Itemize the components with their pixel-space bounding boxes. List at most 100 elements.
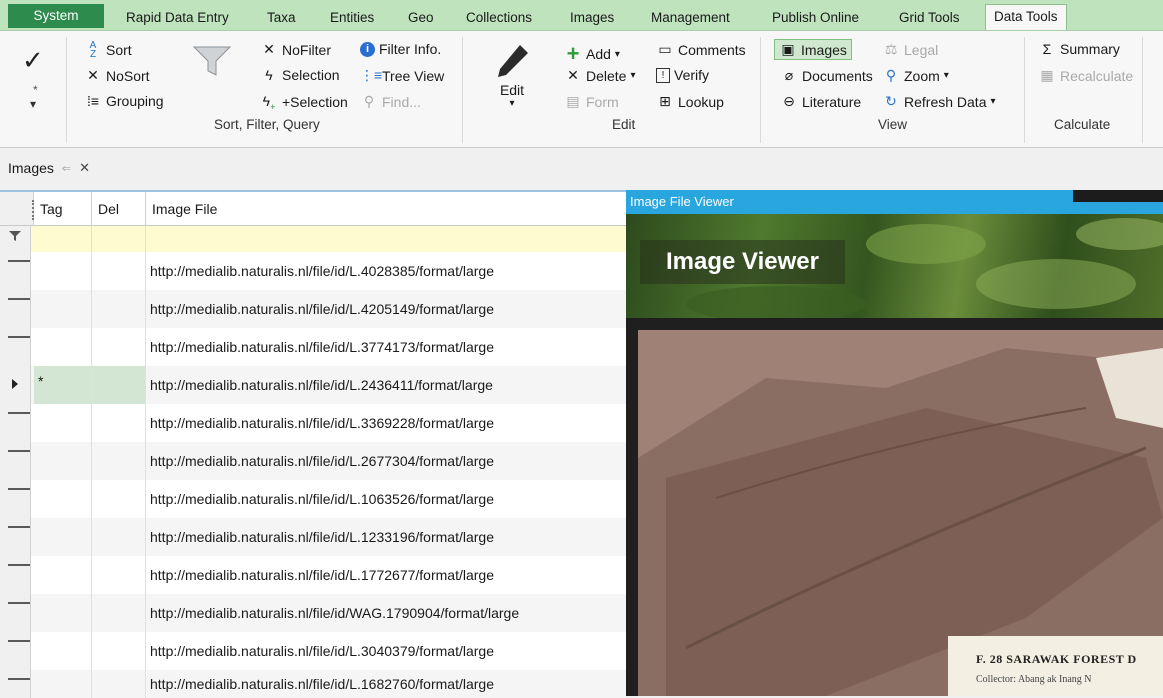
row-selector[interactable]: [0, 594, 31, 632]
cell-del[interactable]: [92, 252, 146, 290]
table-row-selected[interactable]: * http://medialib.naturalis.nl/file/id/L…: [0, 366, 626, 404]
specimen-image[interactable]: F. 28 SARAWAK FOREST D Collector: Abang …: [626, 318, 1163, 696]
tag-checkmark-button[interactable]: ✓: [22, 45, 44, 76]
row-selector[interactable]: [0, 404, 31, 442]
cell-del[interactable]: [92, 290, 146, 328]
row-selector[interactable]: [0, 442, 31, 480]
cell-del[interactable]: [92, 480, 146, 518]
form-button[interactable]: ▤ Form: [564, 93, 618, 110]
lookup-button[interactable]: ⊞ Lookup: [656, 93, 724, 110]
cell-tag[interactable]: [34, 328, 92, 366]
summary-button[interactable]: Σ Summary: [1038, 41, 1120, 57]
table-row[interactable]: http://medialib.naturalis.nl/file/id/L.4…: [0, 290, 626, 328]
tab-system[interactable]: System: [8, 4, 104, 28]
verify-button[interactable]: ! Verify: [656, 67, 709, 83]
refresh-data-button[interactable]: ↻ Refresh Data ▾: [882, 93, 995, 110]
tab-management[interactable]: Management: [651, 6, 730, 30]
find-button[interactable]: ⚲ Find...: [360, 93, 421, 110]
row-selector[interactable]: [0, 670, 31, 698]
cell-image-file[interactable]: http://medialib.naturalis.nl/file/id/L.1…: [146, 480, 626, 518]
cell-tag[interactable]: [34, 670, 92, 698]
comments-button[interactable]: ▭ Comments: [656, 41, 745, 58]
filter-cell-del[interactable]: [92, 226, 146, 252]
cell-tag[interactable]: [34, 404, 92, 442]
cell-del[interactable]: [92, 670, 146, 698]
row-selector[interactable]: [0, 252, 31, 290]
cell-image-file[interactable]: http://medialib.naturalis.nl/file/id/L.1…: [146, 556, 626, 594]
legal-button[interactable]: ⚖ Legal: [882, 41, 939, 58]
table-row[interactable]: http://medialib.naturalis.nl/file/id/L.3…: [0, 404, 626, 442]
nosort-button[interactable]: ✕ NoSort: [84, 67, 149, 84]
cell-image-file[interactable]: http://medialib.naturalis.nl/file/id/L.2…: [146, 366, 626, 404]
tab-grid-tools[interactable]: Grid Tools: [899, 6, 960, 30]
documents-button[interactable]: ⌀ Documents: [780, 67, 873, 84]
filter-info-button[interactable]: i Filter Info.: [360, 41, 441, 57]
nofilter-button[interactable]: ✕ NoFilter: [260, 41, 331, 58]
tab-collections[interactable]: Collections: [466, 6, 532, 30]
add-button[interactable]: + Add ▾: [564, 41, 620, 67]
table-row[interactable]: http://medialib.naturalis.nl/file/id/L.1…: [0, 556, 626, 594]
row-selector[interactable]: [0, 480, 31, 518]
cell-del[interactable]: [92, 328, 146, 366]
table-row[interactable]: http://medialib.naturalis.nl/file/id/L.2…: [0, 442, 626, 480]
tab-publish-online[interactable]: Publish Online: [772, 6, 859, 30]
cell-del[interactable]: [92, 442, 146, 480]
table-row[interactable]: http://medialib.naturalis.nl/file/id/L.1…: [0, 670, 626, 698]
row-selector[interactable]: [0, 632, 31, 670]
table-row[interactable]: http://medialib.naturalis.nl/file/id/L.4…: [0, 252, 626, 290]
cell-image-file[interactable]: http://medialib.naturalis.nl/file/id/L.3…: [146, 632, 626, 670]
delete-button[interactable]: ✕ Delete ▾: [564, 67, 635, 84]
cell-image-file[interactable]: http://medialib.naturalis.nl/file/id/L.4…: [146, 252, 626, 290]
cell-del[interactable]: [92, 518, 146, 556]
images-button[interactable]: ▣ Images: [774, 39, 852, 60]
filter-cell-image-file[interactable]: [146, 226, 626, 252]
tab-images[interactable]: Images: [570, 6, 614, 30]
grouping-button[interactable]: ⁞≡ Grouping: [84, 93, 164, 109]
cell-image-file[interactable]: http://medialib.naturalis.nl/file/id/L.2…: [146, 442, 626, 480]
tab-taxa[interactable]: Taxa: [267, 6, 296, 30]
row-selector[interactable]: [0, 518, 31, 556]
cell-del[interactable]: [92, 632, 146, 670]
cell-tag[interactable]: [34, 594, 92, 632]
table-row[interactable]: http://medialib.naturalis.nl/file/id/L.1…: [0, 480, 626, 518]
column-header-del[interactable]: Del: [92, 192, 146, 226]
edit-big-button[interactable]: Edit ▾: [487, 43, 537, 109]
recalculate-button[interactable]: ▦ Recalculate: [1038, 67, 1133, 84]
cell-tag[interactable]: [34, 480, 92, 518]
cell-del[interactable]: [92, 404, 146, 442]
column-header-tag[interactable]: Tag: [34, 192, 92, 226]
cell-image-file[interactable]: http://medialib.naturalis.nl/file/id/L.1…: [146, 670, 626, 698]
cell-image-file[interactable]: http://medialib.naturalis.nl/file/id/L.3…: [146, 328, 626, 366]
cell-tag[interactable]: [34, 290, 92, 328]
cell-tag[interactable]: *: [34, 366, 92, 404]
tree-view-button[interactable]: ⋮≡ Tree View: [360, 67, 444, 84]
close-icon[interactable]: ✕: [79, 160, 90, 176]
cell-tag[interactable]: [34, 442, 92, 480]
tab-data-tools[interactable]: Data Tools: [985, 4, 1067, 32]
cell-image-file[interactable]: http://medialib.naturalis.nl/file/id/WAG…: [146, 594, 626, 632]
viewer-resize-grip[interactable]: [1073, 190, 1163, 202]
tab-geo[interactable]: Geo: [408, 6, 434, 30]
cell-tag[interactable]: [34, 556, 92, 594]
selection-button[interactable]: ϟ Selection: [260, 67, 339, 83]
cell-tag[interactable]: [34, 252, 92, 290]
tab-rapid-data-entry[interactable]: Rapid Data Entry: [126, 6, 229, 30]
row-selector[interactable]: [0, 366, 31, 404]
tag-dropdown-icon[interactable]: ▾: [30, 97, 36, 111]
grid-corner[interactable]: [0, 192, 34, 226]
document-tab-images[interactable]: Images ⇐ ✕: [8, 160, 90, 176]
column-header-image-file[interactable]: Image File: [146, 192, 626, 226]
table-row[interactable]: http://medialib.naturalis.nl/file/id/L.3…: [0, 328, 626, 366]
filter-funnel-button[interactable]: [192, 45, 232, 77]
table-row[interactable]: http://medialib.naturalis.nl/file/id/L.1…: [0, 518, 626, 556]
filter-cell-tag[interactable]: [34, 226, 92, 252]
cell-tag[interactable]: [34, 632, 92, 670]
plus-selection-button[interactable]: ϟ+ +Selection: [260, 93, 348, 112]
row-selector[interactable]: [0, 328, 31, 366]
cell-del[interactable]: [92, 594, 146, 632]
cell-del[interactable]: [92, 366, 146, 404]
literature-button[interactable]: ⊖ Literature: [780, 93, 861, 110]
cell-del[interactable]: [92, 556, 146, 594]
zoom-button[interactable]: ⚲ Zoom ▾: [882, 67, 949, 84]
sort-button[interactable]: AZ Sort: [84, 41, 132, 60]
